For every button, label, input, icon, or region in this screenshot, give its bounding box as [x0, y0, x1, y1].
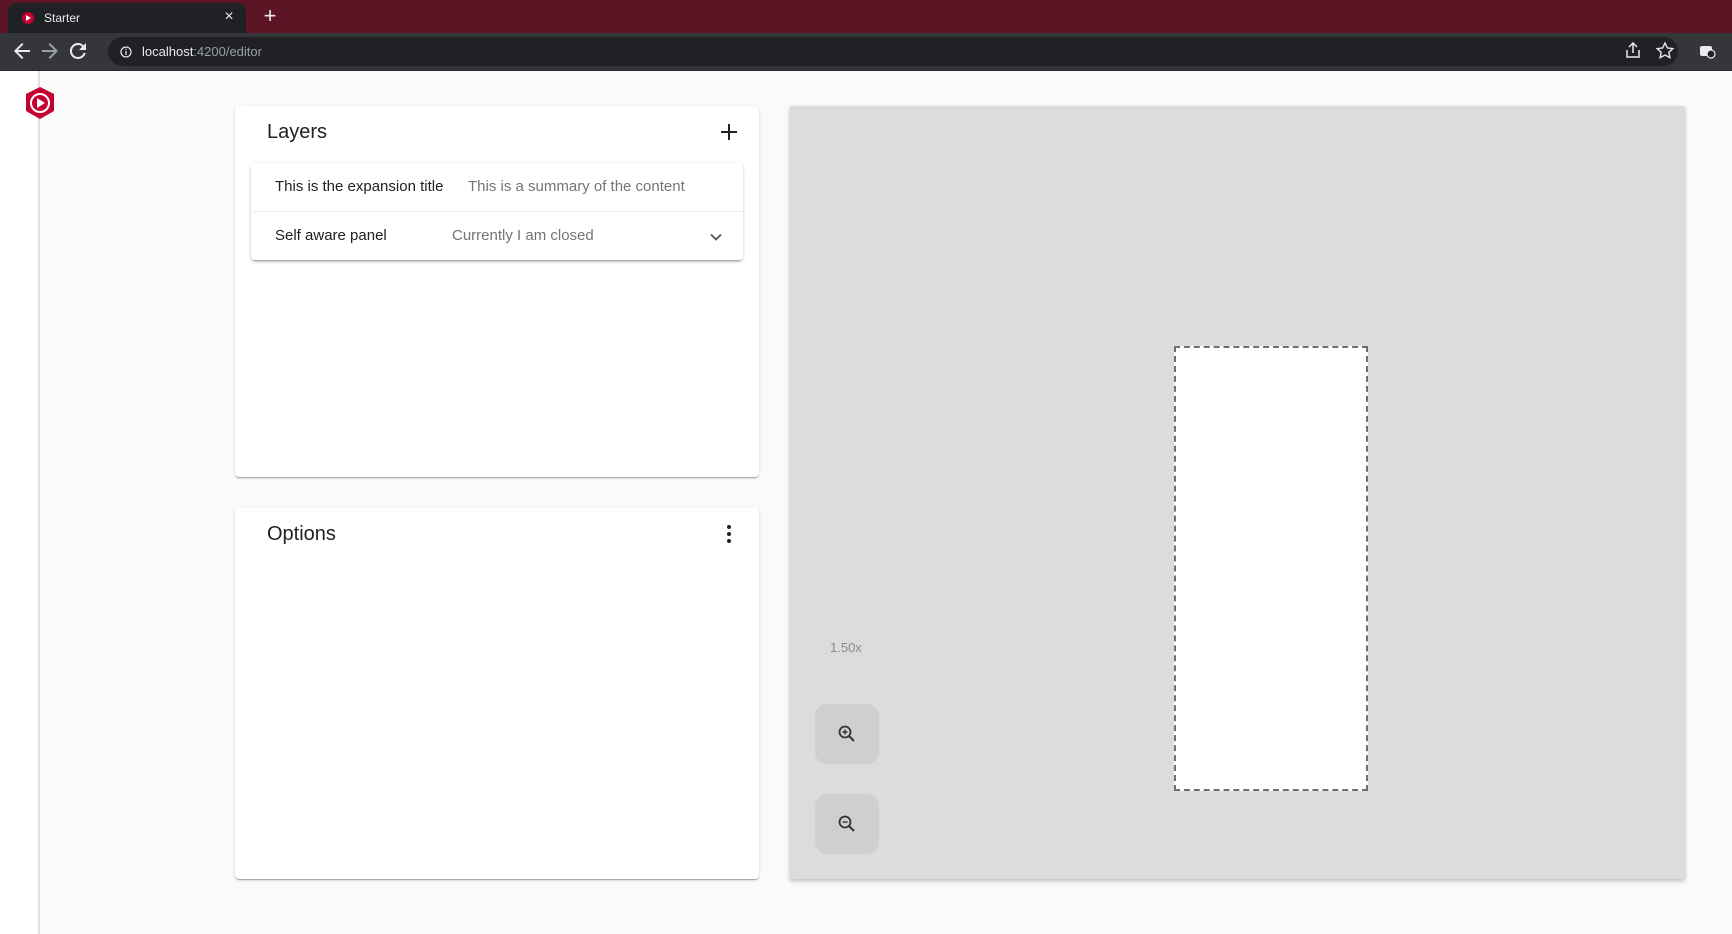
expansion-panel[interactable]: This is the expansion title This is a su… — [251, 163, 743, 211]
new-tab-button[interactable]: + — [258, 4, 282, 28]
extensions-icon[interactable] — [1696, 40, 1718, 62]
favicon-icon — [22, 12, 34, 24]
browser-tab[interactable]: Starter × — [8, 3, 246, 33]
site-info-icon[interactable] — [120, 45, 132, 58]
panel-title: Self aware panel — [275, 227, 387, 244]
app-logo-icon[interactable] — [24, 86, 56, 120]
back-icon[interactable] — [10, 39, 34, 63]
panel-title: This is the expansion title — [275, 178, 444, 195]
artboard-frame[interactable] — [1174, 346, 1368, 791]
zoom-in-icon — [838, 725, 855, 742]
browser-tab-strip: Starter × + — [0, 0, 1732, 33]
options-card: Options — [235, 508, 759, 879]
browser-toolbar: localhost:4200/editor — [0, 33, 1732, 71]
layers-title: Layers — [267, 121, 328, 143]
close-tab-icon[interactable]: × — [220, 8, 238, 26]
app-sidebar — [0, 71, 40, 934]
editor-canvas[interactable]: 1.50x — [790, 106, 1685, 879]
url-host: localhost — [142, 44, 194, 59]
layers-accordion: This is the expansion title This is a su… — [251, 163, 743, 260]
reload-icon[interactable] — [66, 39, 90, 63]
panel-description: Currently I am closed — [452, 227, 594, 244]
tab-title: Starter — [44, 11, 81, 25]
address-bar[interactable]: localhost:4200/editor — [108, 37, 1678, 66]
zoom-out-button[interactable] — [815, 794, 879, 854]
share-icon[interactable] — [1622, 40, 1644, 62]
zoom-in-button[interactable] — [815, 704, 879, 764]
bookmark-star-icon[interactable] — [1654, 40, 1676, 62]
more-vert-icon[interactable] — [715, 520, 743, 548]
options-title: Options — [267, 523, 336, 545]
self-aware-panel[interactable]: Self aware panel Currently I am closed — [251, 211, 743, 260]
url-path: :4200/editor — [193, 44, 262, 59]
forward-icon[interactable] — [38, 39, 62, 63]
zoom-level-label: 1.50x — [830, 640, 862, 655]
panel-description: This is a summary of the content — [468, 178, 685, 195]
layers-card: Layers This is the expansion title This … — [235, 106, 759, 477]
chevron-down-icon[interactable] — [709, 230, 723, 244]
url-text: localhost:4200/editor — [142, 44, 262, 59]
plus-icon[interactable] — [715, 118, 743, 146]
zoom-out-icon — [838, 815, 855, 832]
